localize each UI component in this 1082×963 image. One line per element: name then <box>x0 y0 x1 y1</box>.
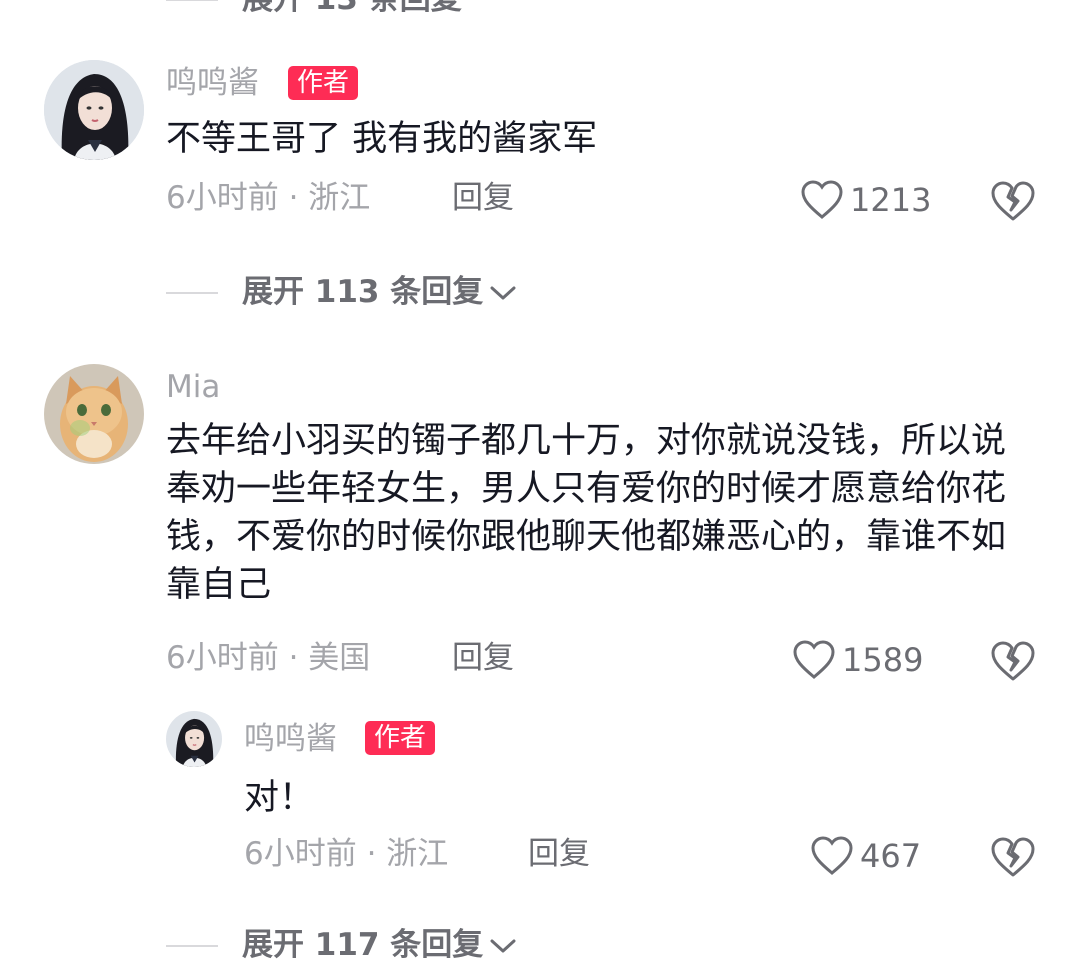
comment-time-location: 6小时前 · 浙江 <box>166 180 371 216</box>
reply-time-location: 6小时前 · 浙江 <box>244 836 449 872</box>
like-count: 1589 <box>842 641 924 679</box>
avatar[interactable] <box>44 60 144 160</box>
dislike-button[interactable] <box>990 640 1036 686</box>
comment-text: 去年给小羽买的镯子都几十万，对你就说没钱，所以说奉劝一些年轻女生，男人只有爱你的… <box>166 421 1007 605</box>
comment-author[interactable]: 鸣鸣酱 <box>166 68 259 99</box>
avatar[interactable] <box>44 364 144 464</box>
divider-line <box>166 944 218 947</box>
like-button[interactable]: 1213 <box>800 180 931 220</box>
expand-replies-label: 展开 13 条回复 <box>242 0 462 15</box>
like-count: 1213 <box>850 181 932 219</box>
like-button[interactable]: 467 <box>810 836 921 876</box>
chevron-down-icon <box>490 286 516 299</box>
like-count: 467 <box>860 837 922 875</box>
expand-replies-top[interactable]: 展开 13 条回复 <box>166 0 462 15</box>
avatar[interactable] <box>166 711 222 767</box>
dislike-button[interactable] <box>990 180 1036 226</box>
expand-replies-label: 展开 117 条回复 <box>242 927 484 963</box>
avatar-girl-image <box>166 711 222 767</box>
comment-author[interactable]: Mia <box>166 372 220 403</box>
comment-time-location: 6小时前 · 美国 <box>166 640 371 676</box>
reply-button[interactable]: 回复 <box>528 839 590 870</box>
broken-heart-icon <box>991 641 1035 681</box>
heart-outline-icon <box>793 640 835 679</box>
reply-author[interactable]: 鸣鸣酱 <box>244 724 337 755</box>
comment-text: 不等王哥了 我有我的酱家军 <box>166 119 598 159</box>
expand-replies[interactable]: 展开 117 条回复 <box>166 930 517 961</box>
like-button[interactable]: 1589 <box>792 640 923 680</box>
broken-heart-icon <box>991 837 1035 877</box>
divider-line <box>166 0 218 1</box>
heart-outline-icon <box>811 836 853 875</box>
reply-button[interactable]: 回复 <box>452 183 514 214</box>
avatar-girl-image <box>44 60 144 160</box>
reply-text: 对！ <box>244 778 315 818</box>
heart-outline-icon <box>801 180 843 219</box>
avatar-cat-image <box>44 364 144 464</box>
dislike-button[interactable] <box>990 836 1036 882</box>
reply-button[interactable]: 回复 <box>452 643 514 674</box>
author-badge: 作者 <box>288 66 359 100</box>
chevron-down-icon <box>490 939 516 952</box>
divider-line <box>166 291 218 294</box>
expand-replies[interactable]: 展开 113 条回复 <box>166 277 517 308</box>
author-badge: 作者 <box>365 721 436 755</box>
broken-heart-icon <box>991 181 1035 221</box>
expand-replies-label: 展开 113 条回复 <box>242 274 484 310</box>
